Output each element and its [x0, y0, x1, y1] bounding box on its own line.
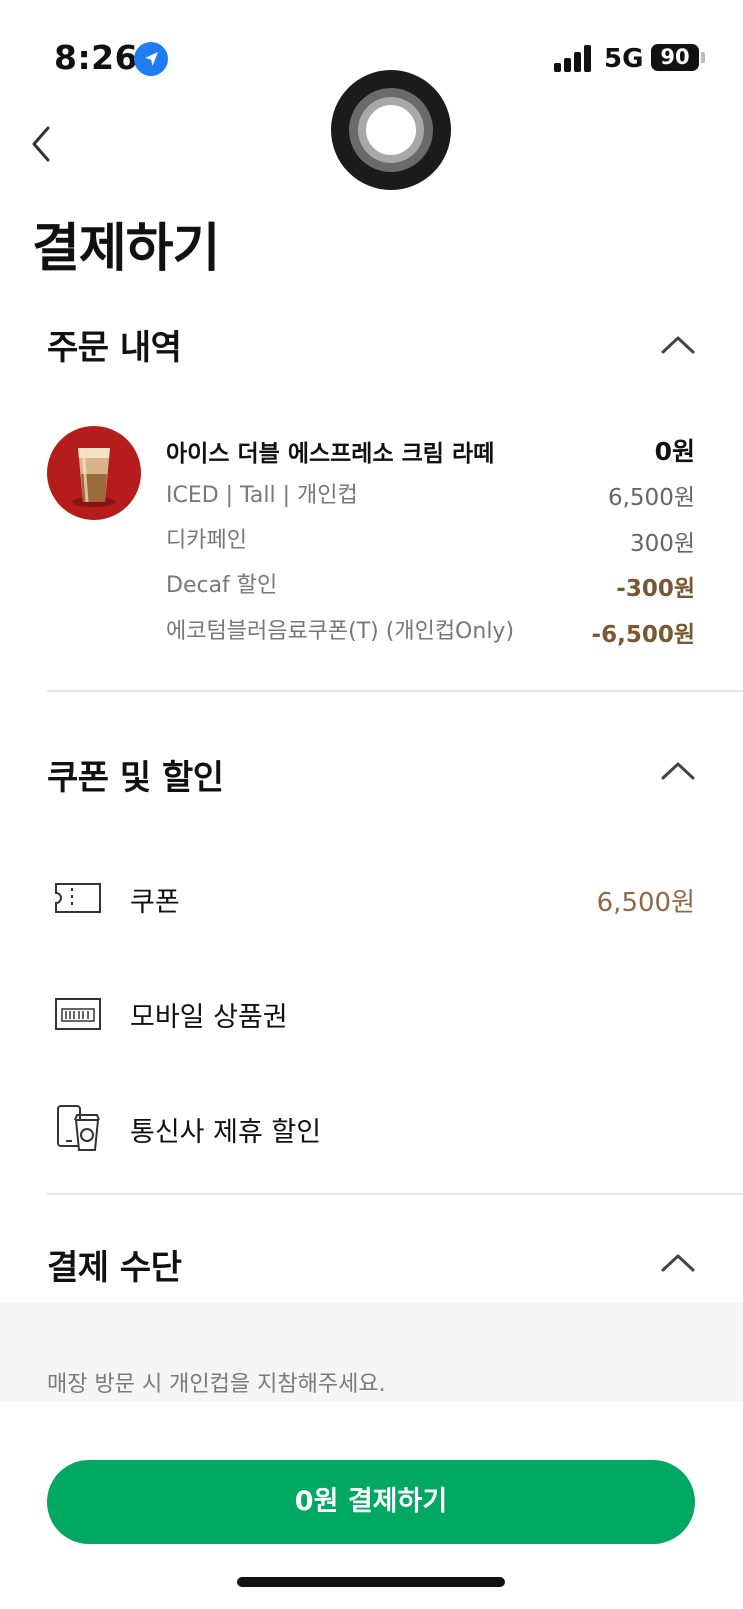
carrier-discount-label: 통신사 제휴 할인	[130, 1117, 322, 1148]
chevron-left-icon	[32, 126, 50, 162]
option-label: Decaf 할인	[166, 573, 278, 598]
order-section-title: 주문 내역	[47, 328, 182, 368]
option-discount-value: -300원	[616, 576, 695, 602]
assistive-touch-button[interactable]	[331, 70, 451, 190]
notice-text: 매장 방문 시 개인컵을 지참해주세요.	[47, 1372, 386, 1397]
page-title: 결제하기	[32, 219, 220, 279]
option-label: 에코텀블러음료쿠폰(T) (개인컵Only)	[166, 619, 515, 644]
chevron-up-icon	[661, 762, 695, 780]
battery-icon: 90	[651, 44, 699, 71]
option-value: 300원	[629, 531, 695, 557]
option-label: ICED | Tall | 개인컵	[166, 483, 358, 508]
item-thumbnail	[47, 426, 141, 520]
status-time: 8:26	[54, 38, 139, 77]
battery-cap	[701, 52, 705, 63]
item-price: 0원	[654, 437, 695, 466]
back-button[interactable]	[28, 122, 58, 166]
payment-section-title: 결제 수단	[47, 1248, 182, 1288]
option-label: 디카페인	[166, 528, 247, 553]
coupon-label: 쿠폰	[130, 887, 180, 918]
payment-collapse-toggle[interactable]	[660, 1251, 696, 1273]
item-name: 아이스 더블 에스프레소 크림 라떼	[166, 441, 495, 467]
section-divider	[47, 690, 743, 692]
home-indicator[interactable]	[237, 1577, 505, 1587]
order-collapse-toggle[interactable]	[660, 333, 696, 355]
checkout-screen: 8:26 5G 90 결제하기 주문 내역 아이스 더블 에스프레소 크림 라떼	[0, 0, 743, 1609]
chevron-up-icon	[661, 1254, 695, 1272]
option-discount-value: -6,500원	[591, 622, 695, 648]
gift-card-label: 모바일 상품권	[130, 1002, 288, 1033]
ticket-icon	[54, 882, 102, 918]
chevron-up-icon	[661, 336, 695, 354]
pay-button[interactable]: 0원 결제하기	[47, 1460, 695, 1544]
location-arrow-icon	[134, 42, 168, 76]
coupons-collapse-toggle[interactable]	[660, 759, 696, 781]
signal-icon	[554, 44, 594, 72]
coupon-value: 6,500원	[596, 888, 695, 918]
coupons-section-title: 쿠폰 및 할인	[47, 758, 224, 798]
drink-image	[72, 447, 116, 507]
section-divider	[47, 1193, 743, 1195]
phone-cup-icon	[54, 1104, 102, 1156]
gift-card-icon	[54, 997, 102, 1035]
network-type: 5G	[604, 44, 644, 74]
option-value: 6,500원	[607, 485, 695, 511]
